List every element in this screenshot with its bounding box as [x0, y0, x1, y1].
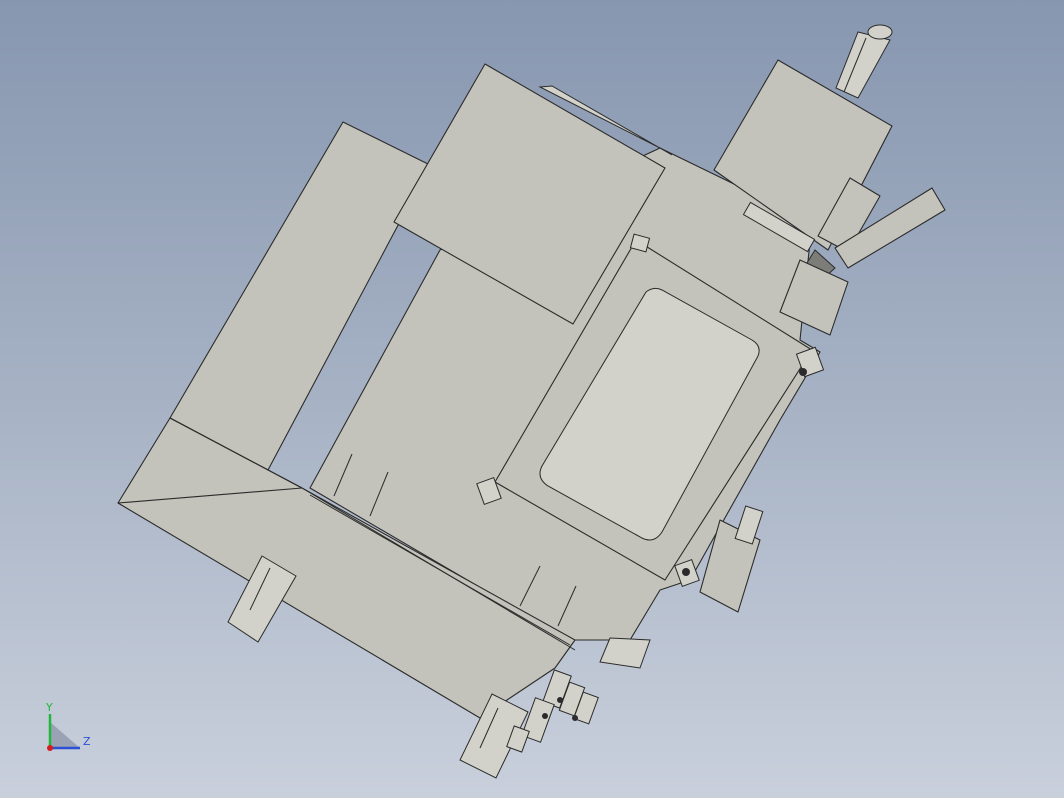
- sensor-body[interactable]: [734, 505, 764, 545]
- cylinder-cap: [867, 24, 893, 40]
- triad-plane-icon: [50, 722, 80, 748]
- sensor-lens-icon: [682, 568, 690, 576]
- knob-icon[interactable]: [799, 368, 807, 376]
- cad-viewport[interactable]: Y Z: [0, 0, 1064, 798]
- y-axis-label: Y: [45, 701, 53, 714]
- cylinder-rod[interactable]: [835, 31, 891, 99]
- coordinate-triad: Y Z: [45, 701, 91, 751]
- machine-model-view[interactable]: Y Z: [0, 0, 1064, 798]
- z-axis-label: Z: [83, 735, 91, 748]
- bottom-clamp[interactable]: [599, 637, 651, 669]
- x-axis-icon: [47, 745, 53, 751]
